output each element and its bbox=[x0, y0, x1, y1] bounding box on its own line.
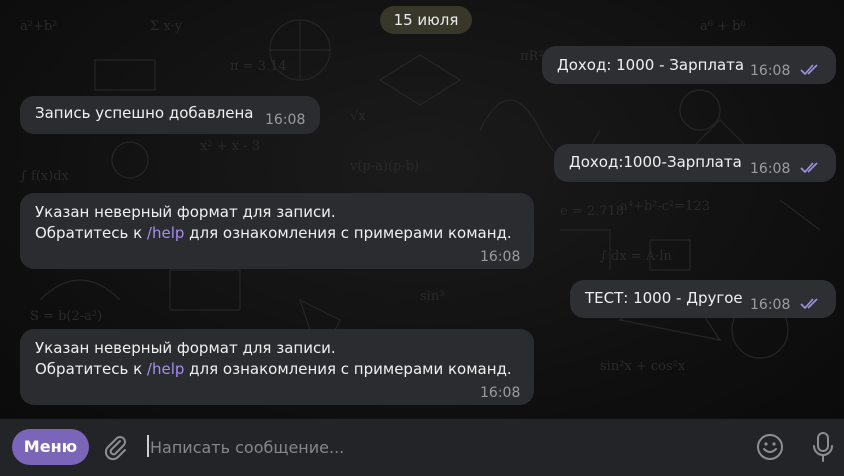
text-caret bbox=[147, 435, 149, 457]
svg-text:Σ x·y: Σ x·y bbox=[150, 19, 183, 34]
message-text: Доход: 1000 - Зарплата bbox=[557, 56, 745, 74]
message-time: 16:08 bbox=[480, 249, 521, 265]
svg-text:∫ f(x)dx: ∫ f(x)dx bbox=[20, 169, 70, 184]
incoming-message[interactable]: Указан неверный формат для записи. Обрат… bbox=[20, 193, 534, 269]
message-composer: Меню bbox=[0, 418, 844, 476]
message-text: Запись успешно добавлена bbox=[35, 104, 254, 122]
read-ticks-icon bbox=[800, 162, 818, 174]
svg-text:π = 3.14: π = 3.14 bbox=[230, 59, 287, 74]
message-time: 16:08 bbox=[265, 112, 306, 128]
message-text: Обратитесь к bbox=[35, 224, 147, 242]
microphone-icon[interactable] bbox=[810, 431, 836, 463]
message-time: 16:08 bbox=[750, 161, 791, 177]
svg-text:√x: √x bbox=[350, 109, 366, 124]
incoming-message[interactable]: Запись успешно добавлена 16:08 bbox=[20, 96, 320, 134]
outgoing-message[interactable]: ТЕСТ: 1000 - Другое 16:08 bbox=[570, 280, 836, 318]
read-ticks-icon bbox=[800, 298, 818, 310]
svg-text:S = b(2-a²): S = b(2-a²) bbox=[30, 309, 102, 324]
svg-text:x² + x - 3: x² + x - 3 bbox=[200, 139, 260, 154]
date-separator: 15 июля bbox=[380, 6, 472, 34]
message-text: ТЕСТ: 1000 - Другое bbox=[585, 289, 743, 307]
help-command-link[interactable]: /help bbox=[147, 224, 184, 242]
emoji-icon[interactable] bbox=[755, 432, 785, 462]
svg-text:a⁶ + b⁶: a⁶ + b⁶ bbox=[700, 19, 746, 34]
svg-text:a²+b²: a²+b² bbox=[20, 19, 57, 34]
svg-text:πR²: πR² bbox=[520, 49, 544, 64]
outgoing-message[interactable]: Доход: 1000 - Зарплата 16:08 bbox=[542, 46, 836, 84]
svg-text:sin³: sin³ bbox=[420, 289, 444, 304]
read-ticks-icon bbox=[800, 64, 818, 76]
svg-text:sin²x + cos²x: sin²x + cos²x bbox=[600, 359, 686, 374]
help-command-link[interactable]: /help bbox=[147, 360, 184, 378]
message-time: 16:08 bbox=[750, 63, 791, 79]
message-line-2: Обратитесь к /help для ознакомления с пр… bbox=[35, 223, 512, 244]
message-time: 16:08 bbox=[480, 385, 521, 401]
message-line-1: Указан неверный формат для записи. bbox=[35, 339, 336, 357]
message-input[interactable] bbox=[150, 429, 730, 465]
message-text: для ознакомления с примерами команд. bbox=[184, 360, 512, 378]
message-time: 16:08 bbox=[750, 297, 791, 313]
svg-text:e = 2.718: e = 2.718 bbox=[560, 204, 624, 219]
paperclip-icon[interactable] bbox=[100, 432, 130, 462]
svg-text:a⁴+b²-c²=123: a⁴+b²-c²=123 bbox=[620, 199, 710, 214]
svg-text:∫ dx = A·ln: ∫ dx = A·ln bbox=[600, 249, 672, 264]
message-line-1: Указан неверный формат для записи. bbox=[35, 203, 336, 221]
incoming-message[interactable]: Указан неверный формат для записи. Обрат… bbox=[20, 329, 534, 405]
outgoing-message[interactable]: Доход:1000-Зарплата 16:08 bbox=[554, 144, 836, 182]
menu-button[interactable]: Меню bbox=[12, 429, 89, 465]
message-text: Доход:1000-Зарплата bbox=[569, 153, 742, 171]
message-text: Обратитесь к bbox=[35, 360, 147, 378]
message-line-2: Обратитесь к /help для ознакомления с пр… bbox=[35, 359, 512, 380]
message-text: для ознакомления с примерами команд. bbox=[184, 224, 512, 242]
svg-text:v(p-a)(p-b): v(p-a)(p-b) bbox=[349, 159, 419, 174]
